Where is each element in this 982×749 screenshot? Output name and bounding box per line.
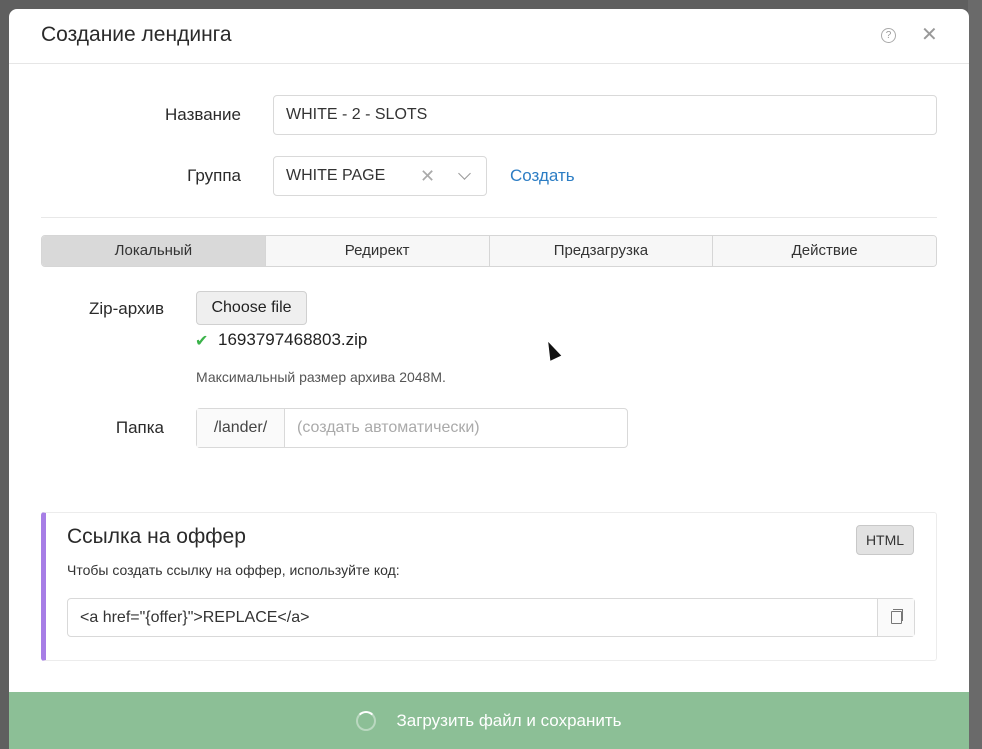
modal-backdrop [968,0,982,749]
tab-local[interactable]: Локальный [42,236,266,266]
offer-code-field: <a href="{offer}">REPLACE</a> [67,598,915,637]
uploaded-filename: 1693797468803.zip [218,330,368,349]
copy-button[interactable] [877,599,914,636]
offer-description: Чтобы создать ссылку на оффер, используй… [67,562,400,578]
clear-icon[interactable]: ✕ [420,157,435,195]
close-icon[interactable]: ✕ [921,23,938,47]
save-button-label: Загрузить файл и сохранить [396,710,622,730]
choose-file-button[interactable]: Choose file [196,291,307,325]
name-label: Название [165,105,241,124]
zip-label: Zip-архив [88,299,164,318]
save-button[interactable]: Загрузить файл и сохранить [9,692,969,749]
tab-action[interactable]: Действие [713,236,936,266]
tab-redirect[interactable]: Редирект [265,236,490,266]
check-icon: ✔ [195,333,209,350]
divider [41,217,937,218]
source-tabs: Локальный Редирект Предзагрузка Действие [41,235,937,267]
name-input[interactable]: WHITE - 2 - SLOTS [273,95,937,135]
offer-title: Ссылка на оффер [67,525,246,548]
modal-title: Создание лендинга [41,23,232,46]
offer-code-input[interactable]: <a href="{offer}">REPLACE</a> [68,599,877,636]
create-landing-modal: Создание лендинга ? ✕ Название WHITE - 2… [9,9,969,749]
folder-prefix: /lander/ [197,409,285,447]
chevron-down-icon[interactable] [458,167,471,180]
folder-label: Папка [115,418,164,437]
group-label: Группа [187,166,241,185]
archive-size-hint: Максимальный размер архива 2048M. [196,369,446,385]
html-button[interactable]: HTML [856,525,914,555]
spinner-icon [356,710,377,731]
group-select[interactable]: WHITE PAGE ✕ [273,156,487,196]
tab-preload[interactable]: Предзагрузка [489,236,714,266]
help-icon[interactable]: ? [881,28,896,43]
offer-link-panel: Ссылка на оффер HTML Чтобы создать ссылк… [41,512,937,661]
create-group-link[interactable]: Создать [510,166,575,186]
group-select-value: WHITE PAGE [286,167,386,184]
folder-input[interactable]: (создать автоматически) [285,409,627,447]
folder-input-group: /lander/ (создать автоматически) [196,408,628,448]
modal-header: Создание лендинга ? ✕ [9,9,969,64]
